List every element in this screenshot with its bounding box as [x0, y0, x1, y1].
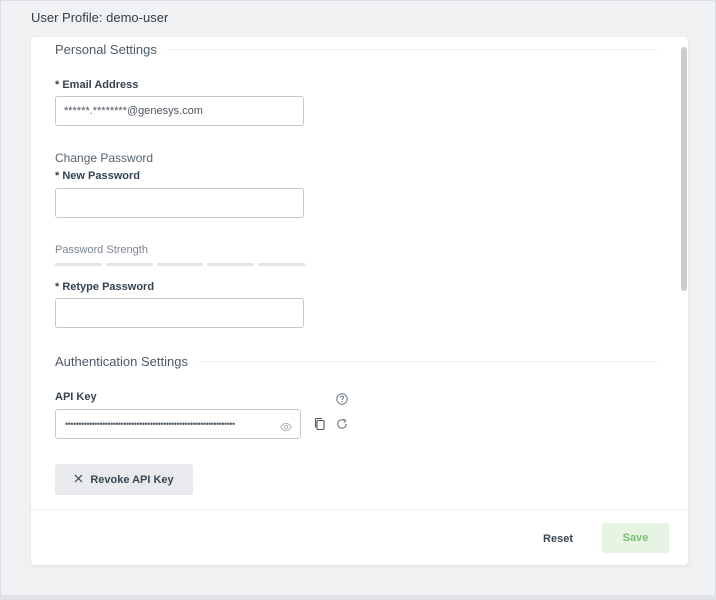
copy-icon[interactable]	[313, 417, 327, 431]
api-key-value: ••••••••••••••••••••••••••••••••••••••••…	[65, 419, 235, 429]
strength-segment	[258, 263, 305, 266]
api-key-label: API Key	[55, 391, 97, 403]
page-title: User Profile: demo-user	[31, 10, 169, 25]
retype-password-field[interactable]	[55, 298, 304, 328]
personal-settings-heading: Personal Settings	[55, 42, 157, 57]
scrollbar[interactable]	[680, 47, 688, 507]
scrollbar-thumb[interactable]	[681, 47, 687, 291]
new-password-label: * New Password	[55, 170, 140, 182]
strength-segment	[55, 263, 102, 266]
password-strength-label: Password Strength	[55, 244, 148, 256]
email-field[interactable]	[55, 96, 304, 126]
retype-password-label: * Retype Password	[55, 281, 155, 293]
strength-segment	[156, 263, 204, 266]
api-key-field[interactable]: ••••••••••••••••••••••••••••••••••••••••…	[55, 409, 301, 439]
new-password-field[interactable]	[55, 188, 304, 218]
section-divider	[199, 361, 657, 362]
close-icon	[74, 474, 83, 486]
section-divider	[166, 49, 657, 50]
footer-divider	[31, 509, 688, 510]
authentication-settings-heading: Authentication Settings	[55, 354, 188, 369]
change-password-heading: Change Password	[55, 151, 154, 165]
strength-segment	[105, 263, 153, 266]
help-circle-icon[interactable]	[336, 392, 348, 405]
strength-segment	[207, 263, 255, 266]
profile-card: Personal Settings * Email Address Change…	[31, 37, 688, 565]
save-button[interactable]: Save	[602, 523, 669, 553]
revoke-api-key-button[interactable]: Revoke API Key	[55, 464, 193, 495]
eye-icon[interactable]	[280, 419, 292, 432]
refresh-icon[interactable]	[335, 417, 349, 431]
password-strength-meter	[55, 263, 305, 266]
reset-button[interactable]: Reset	[528, 524, 588, 554]
revoke-api-key-label: Revoke API Key	[90, 473, 174, 486]
email-label: * Email Address	[55, 79, 139, 91]
bottom-strip	[1, 595, 715, 599]
profile-page: User Profile: demo-user Personal Setting…	[0, 0, 716, 600]
